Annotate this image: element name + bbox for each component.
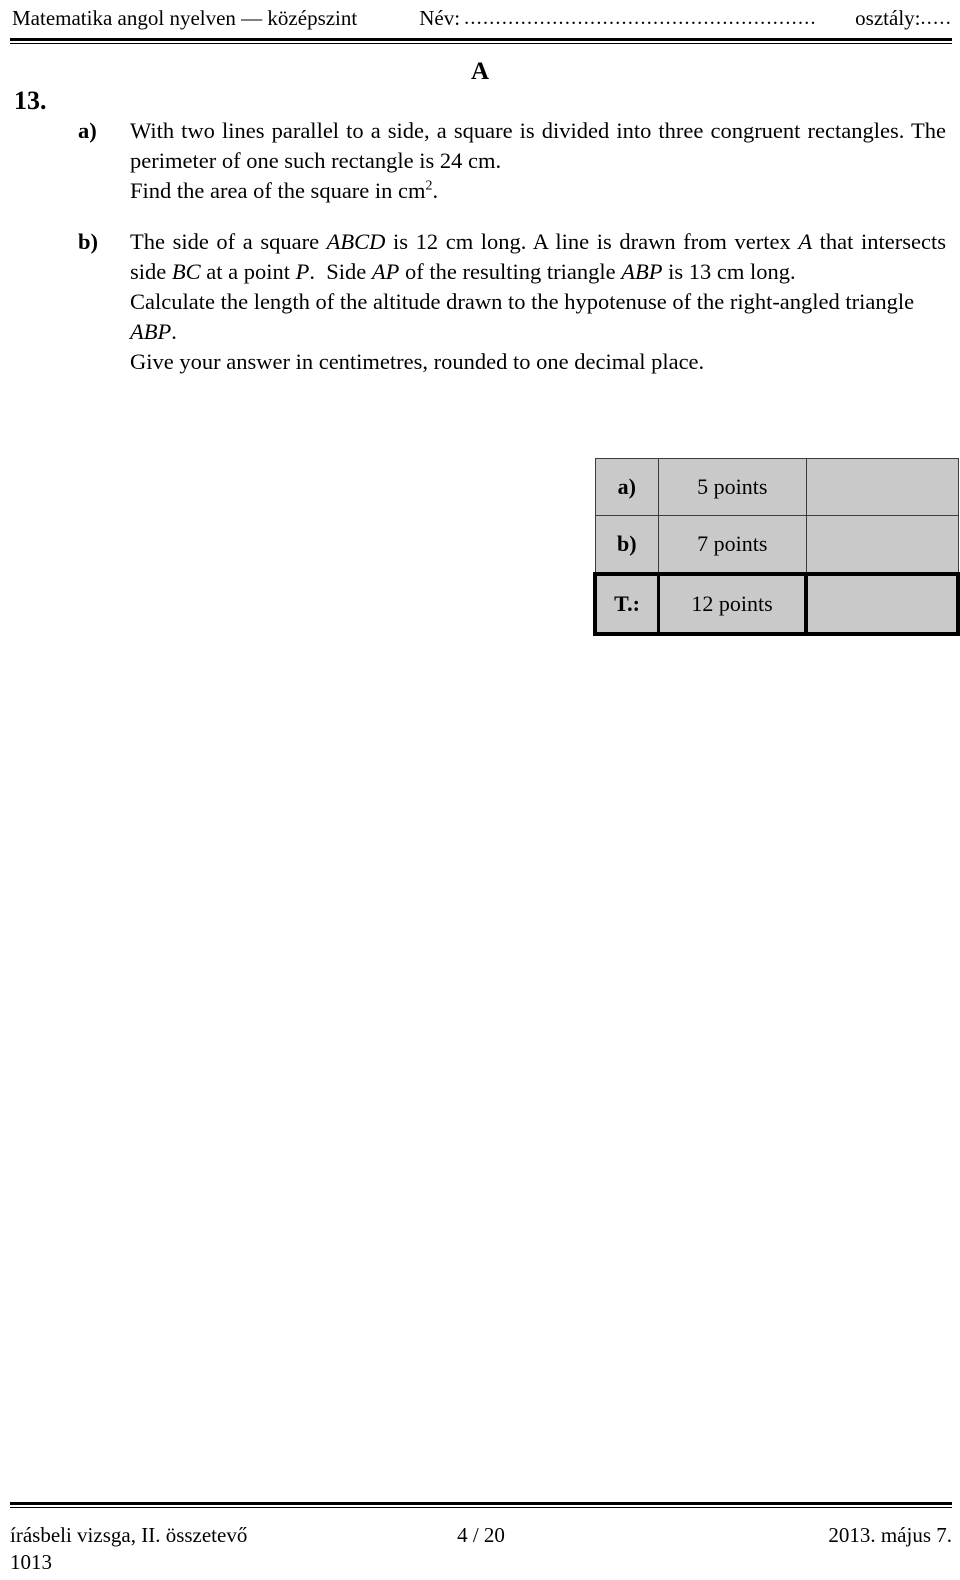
section-label: A <box>470 58 490 85</box>
name-field-dotted-line[interactable]: ........................................… <box>460 7 855 30</box>
label-a: A <box>798 229 813 254</box>
part-b-paragraph-2: Calculate the length of the altitude dra… <box>130 289 915 344</box>
label-abcd: ABCD <box>326 229 386 254</box>
points-row-value-total: 12 points <box>658 572 808 636</box>
problem-body: a) With two lines parallel to a side, a … <box>78 116 946 377</box>
points-row-label-b: b) <box>594 515 659 575</box>
footer-main-row: írásbeli vizsga, II. összetevő 4 / 20 20… <box>10 1522 952 1549</box>
part-a-paragraph-1: With two lines parallel to a side, a squ… <box>130 118 946 173</box>
page-header: Matematika angol nyelven — középszint Né… <box>12 6 952 34</box>
points-row-entry-a[interactable] <box>805 458 959 516</box>
table-row: b) 7 points <box>594 515 959 575</box>
problem-part-b: b) The side of a square ABCD is 12 cm lo… <box>78 227 946 377</box>
page-footer: írásbeli vizsga, II. összetevő 4 / 20 20… <box>10 1522 952 1580</box>
part-a-paragraph-2: Find the area of the square in cm2. <box>130 178 439 203</box>
part-b-paragraph-1: The side of a square ABCD is 12 cm long.… <box>130 229 946 284</box>
part-b-paragraph-3: Give your answer in centimetres, rounded… <box>130 349 705 374</box>
name-field-label: Név: <box>419 6 461 30</box>
problem-number: 13. <box>14 86 47 115</box>
points-row-entry-b[interactable] <box>805 515 959 575</box>
footer-exam-date: 2013. május 7. <box>828 1523 952 1547</box>
label-bc: BC <box>171 259 201 284</box>
square-exponent: 2 <box>425 178 433 194</box>
points-row-label-a: a) <box>594 458 659 516</box>
label-ap: AP <box>371 259 400 284</box>
table-row-total: T.: 12 points <box>593 572 960 636</box>
class-field-label: osztály: <box>855 6 921 30</box>
footer-rule-thin <box>10 1507 952 1508</box>
label-abp-1: ABP <box>621 259 663 284</box>
header-rule-thin <box>10 43 952 44</box>
problem-part-a: a) With two lines parallel to a side, a … <box>78 116 946 206</box>
footer-divider-rule <box>10 1502 952 1508</box>
label-p: P <box>295 259 310 284</box>
points-row-value-b: 7 points <box>658 515 807 575</box>
points-row-label-total: T.: <box>593 572 660 636</box>
points-row-entry-total[interactable] <box>806 572 960 636</box>
part-marker-a: a) <box>78 118 97 143</box>
header-divider-rule <box>10 38 952 44</box>
class-field-dotted-line[interactable]: ..... <box>921 7 953 30</box>
footer-exam-code: 1013 <box>10 1550 52 1574</box>
points-row-value-a: 5 points <box>658 458 807 516</box>
label-abp-2: ABP <box>130 319 172 344</box>
table-row: a) 5 points <box>594 458 959 516</box>
exam-subject-title: Matematika angol nyelven — középszint <box>12 6 358 30</box>
footer-page-number: 4 / 20 <box>457 1523 505 1547</box>
exam-page: Matematika angol nyelven — középszint Né… <box>0 0 960 1580</box>
part-marker-b: b) <box>78 229 99 254</box>
points-table: a) 5 points b) 7 points T.: 12 points <box>593 458 960 636</box>
